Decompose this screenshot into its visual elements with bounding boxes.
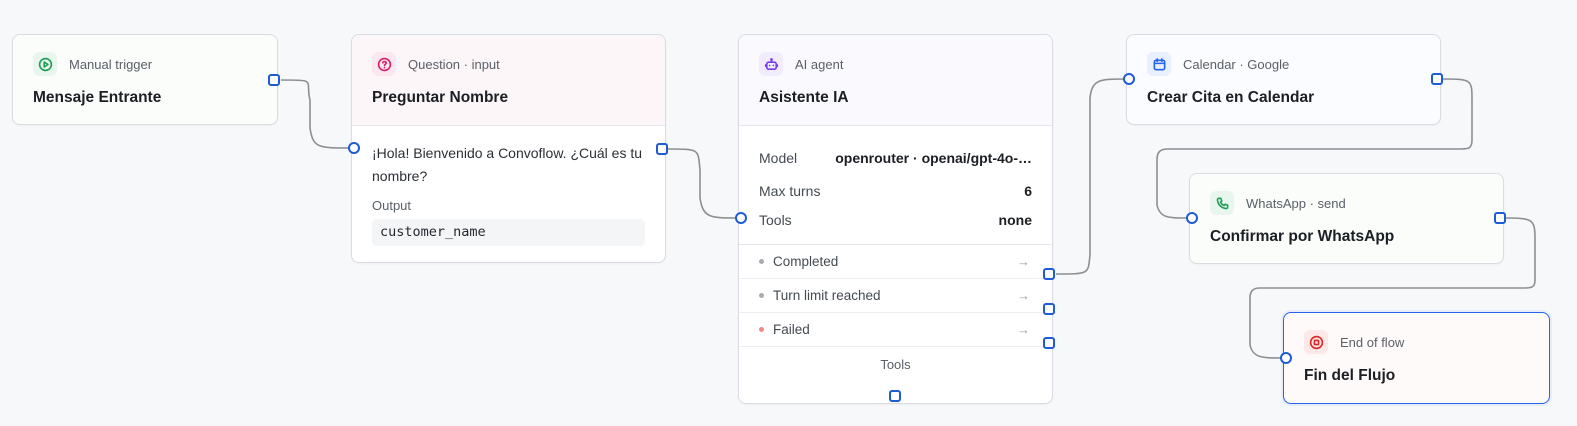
calendar-icon bbox=[1147, 52, 1171, 76]
node-whatsapp-send[interactable]: WhatsApp · send Confirmar por WhatsApp bbox=[1189, 173, 1504, 264]
tools-footer-label: Tools bbox=[880, 357, 911, 372]
arrow-right-icon: → bbox=[1017, 322, 1030, 337]
outcome-completed: Completed → bbox=[739, 245, 1052, 279]
robot-icon bbox=[759, 52, 783, 76]
ai-input-handle[interactable] bbox=[735, 212, 747, 224]
edge-trigger-to-question bbox=[280, 79, 352, 149]
config-max-turns-label: Max turns bbox=[759, 182, 821, 199]
outcome-dot bbox=[759, 259, 764, 264]
ai-tools-handle[interactable] bbox=[889, 390, 901, 402]
node-ai-agent[interactable]: AI agent Asistente IA Model openrouter ·… bbox=[738, 34, 1053, 404]
question-input-handle[interactable] bbox=[348, 142, 360, 154]
outcome-dot-failed bbox=[759, 327, 764, 332]
phone-icon bbox=[1210, 191, 1234, 215]
config-tools-value: none bbox=[998, 211, 1032, 228]
node-kind: Calendar · Google bbox=[1183, 56, 1290, 72]
arrow-right-icon: → bbox=[1017, 288, 1030, 303]
node-kind: End of flow bbox=[1340, 334, 1405, 350]
output-label: Output bbox=[372, 198, 412, 213]
node-kind: Question · input bbox=[408, 56, 500, 72]
node-title: Fin del Flujo bbox=[1304, 367, 1396, 384]
node-kind: Manual trigger bbox=[69, 56, 153, 72]
outcome-failed: Failed → bbox=[739, 313, 1052, 347]
calendar-input-handle[interactable] bbox=[1123, 73, 1135, 85]
output-variable: customer_name bbox=[372, 219, 645, 246]
edge-question-to-ai bbox=[667, 148, 739, 219]
arrow-right-icon: → bbox=[1017, 254, 1030, 269]
outcome-label: Turn limit reached bbox=[773, 288, 881, 303]
edge-ai-completed-to-calendar bbox=[1055, 78, 1127, 275]
trigger-output-handle[interactable] bbox=[268, 74, 280, 86]
ai-completed-handle[interactable] bbox=[1043, 268, 1055, 280]
play-circle-icon bbox=[33, 52, 57, 76]
whatsapp-output-handle[interactable] bbox=[1494, 212, 1506, 224]
node-title: Mensaje Entrante bbox=[33, 89, 162, 106]
node-manual-trigger[interactable]: Manual trigger Mensaje Entrante bbox=[12, 34, 278, 125]
outcome-label: Completed bbox=[773, 254, 839, 269]
config-model-row: Model openrouter · openai/gpt-4o-… bbox=[759, 140, 1032, 176]
config-tools-row: Tools none bbox=[759, 205, 1032, 234]
outcome-turn-limit: Turn limit reached → bbox=[739, 279, 1052, 313]
question-circle-icon bbox=[372, 52, 396, 76]
ai-failed-handle[interactable] bbox=[1043, 337, 1055, 349]
whatsapp-input-handle[interactable] bbox=[1186, 212, 1198, 224]
config-tools-label: Tools bbox=[759, 211, 792, 228]
calendar-output-handle[interactable] bbox=[1431, 73, 1443, 85]
stop-circle-icon bbox=[1304, 330, 1328, 354]
flow-canvas[interactable]: Manual trigger Mensaje Entrante Question… bbox=[0, 0, 1577, 426]
node-title: Crear Cita en Calendar bbox=[1147, 89, 1315, 106]
node-title: Asistente IA bbox=[759, 89, 849, 106]
end-input-handle[interactable] bbox=[1280, 352, 1292, 364]
node-end-of-flow[interactable]: End of flow Fin del Flujo bbox=[1283, 312, 1550, 404]
config-model-value: openrouter · openai/gpt-4o-… bbox=[835, 150, 1032, 166]
node-title: Preguntar Nombre bbox=[372, 89, 509, 106]
node-title: Confirmar por WhatsApp bbox=[1210, 228, 1395, 245]
outcome-dot bbox=[759, 293, 764, 298]
outcome-label: Failed bbox=[773, 322, 810, 337]
node-calendar-google[interactable]: Calendar · Google Crear Cita en Calendar bbox=[1126, 34, 1441, 125]
node-kind: AI agent bbox=[795, 56, 844, 72]
question-output-handle[interactable] bbox=[656, 143, 668, 155]
config-max-turns-row: Max turns 6 bbox=[759, 176, 1032, 205]
node-question-input[interactable]: Question · input Preguntar Nombre ¡Hola!… bbox=[351, 34, 666, 263]
node-kind: WhatsApp · send bbox=[1246, 195, 1346, 211]
question-text: ¡Hola! Bienvenido a Convoflow. ¿Cuál es … bbox=[372, 145, 643, 184]
config-max-turns-value: 6 bbox=[1024, 182, 1032, 199]
config-model-label: Model bbox=[759, 149, 798, 166]
ai-turn-limit-handle[interactable] bbox=[1043, 303, 1055, 315]
